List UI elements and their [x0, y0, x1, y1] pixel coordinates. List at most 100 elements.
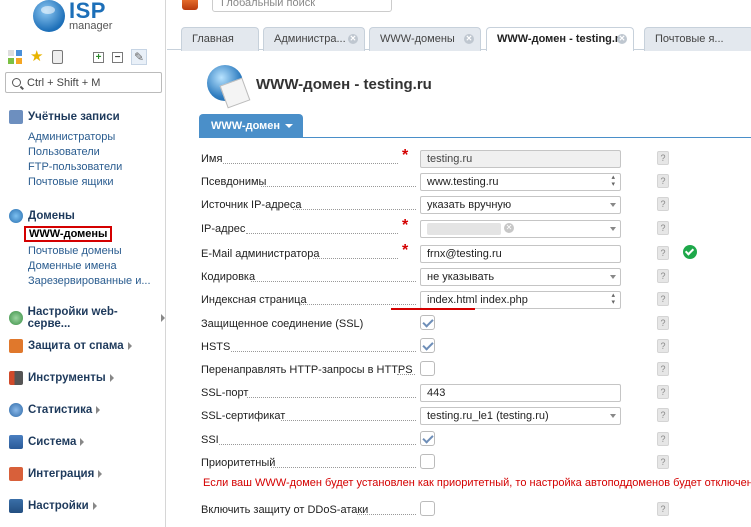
ispmanager-logo[interactable]: ISP manager [33, 0, 112, 38]
ssl-port-field[interactable]: 443 [420, 384, 621, 402]
form-row-ddos: Включить защиту от DDoS-атаки ? [201, 501, 721, 519]
chevron-right-icon [96, 406, 101, 414]
ip-source-select[interactable]: указать вручную [420, 196, 621, 214]
help-icon[interactable]: ? [657, 316, 669, 330]
nav-section-spam[interactable]: Защита от спама [9, 339, 132, 353]
tab-www-domains[interactable]: WWW-домены ✕ [369, 27, 481, 51]
form-row-ssi: SSI ? [201, 431, 721, 449]
help-icon[interactable]: ? [657, 197, 669, 211]
subtab-www-domain[interactable]: WWW-домен [199, 114, 303, 138]
search-icon [12, 78, 21, 87]
notification-icon[interactable] [182, 0, 198, 10]
https-redirect-checkbox[interactable] [420, 361, 435, 376]
sidebar-toolbar: ★ + − ✎ [8, 49, 147, 65]
ip-address-select[interactable]: ✕ [420, 220, 621, 238]
integration-icon [9, 467, 23, 481]
ddos-checkbox[interactable] [420, 501, 435, 516]
help-icon[interactable]: ? [657, 362, 669, 376]
tab-www-domain-testing[interactable]: WWW-домен - testing.ru ✕ [486, 27, 634, 51]
priority-checkbox[interactable] [420, 454, 435, 469]
required-marker: * [402, 217, 409, 234]
sidebar-item-mailboxes[interactable]: Почтовые ящики [28, 176, 114, 188]
chevron-right-icon [98, 470, 103, 478]
name-field[interactable]: testing.ru [420, 150, 621, 168]
tab-administrators[interactable]: Администра... ✕ [263, 27, 365, 51]
hsts-checkbox[interactable] [420, 338, 435, 353]
chevron-down-icon [285, 124, 294, 129]
settings-icon [9, 499, 23, 513]
dashboard-icon[interactable] [8, 50, 22, 64]
help-icon[interactable]: ? [657, 385, 669, 399]
pin-icon[interactable]: ✎ [131, 49, 147, 65]
spam-shield-icon [9, 339, 23, 353]
sidebar-item-reserved[interactable]: Зарезервированные и... [28, 275, 151, 287]
chevron-right-icon [127, 342, 132, 350]
help-icon[interactable]: ? [657, 408, 669, 422]
subtab-underline [199, 137, 751, 138]
close-tab-icon[interactable]: ✕ [348, 34, 358, 44]
form-row-ssl: Защищенное соединение (SSL) ? [201, 315, 721, 333]
help-icon[interactable]: ? [657, 339, 669, 353]
sidebar-search-input[interactable]: Ctrl + Shift + M [5, 72, 162, 93]
help-icon[interactable]: ? [657, 269, 669, 283]
favorites-star-icon[interactable]: ★ [30, 49, 44, 64]
aliases-field[interactable]: www.testing.ru [420, 173, 621, 191]
nav-section-system[interactable]: Система [9, 435, 85, 449]
encoding-select[interactable]: не указывать [420, 268, 621, 286]
form-row-index-page: Индексная страница index.html index.php … [201, 291, 721, 309]
priority-warning: Если ваш WWW-домен будет установлен как … [203, 477, 751, 489]
clipboard-icon[interactable] [52, 50, 63, 64]
system-icon [9, 435, 23, 449]
index-page-field[interactable]: index.html index.php [420, 291, 621, 309]
nav-section-tools[interactable]: Инструменты [9, 371, 114, 385]
form-row-ip-address: IP-адрес * ✕ ? [201, 217, 721, 238]
sidebar-item-domain-names[interactable]: Доменные имена [28, 260, 117, 272]
form-row-aliases: Псевдонимы www.testing.ru ? [201, 173, 721, 191]
admin-email-field[interactable]: frnx@testing.ru [420, 245, 621, 263]
help-icon[interactable]: ? [657, 292, 669, 306]
help-icon[interactable]: ? [657, 221, 669, 235]
tab-mailboxes[interactable]: Почтовые я... [644, 27, 751, 51]
ssl-checkbox[interactable] [420, 315, 435, 330]
form-row-https-redirect: Перенаправлять HTTP-запросы в HTTPS ? [201, 361, 721, 379]
chevron-right-icon [161, 314, 165, 322]
nav-section-accounts[interactable]: Учётные записи [9, 110, 120, 124]
ssi-checkbox[interactable] [420, 431, 435, 446]
logo-product: manager [69, 20, 113, 32]
tools-icon [9, 371, 23, 385]
sidebar-item-administrators[interactable]: Администраторы [28, 131, 115, 143]
sidebar-item-users[interactable]: Пользователи [28, 146, 100, 158]
form-row-name: Имя * testing.ru ? [201, 147, 721, 168]
close-tab-icon[interactable]: ✕ [464, 34, 474, 44]
sidebar-item-ftp-users[interactable]: FTP-пользователи [28, 161, 122, 173]
help-icon[interactable]: ? [657, 151, 669, 165]
tab-home[interactable]: Главная [181, 27, 259, 51]
remove-ip-icon[interactable]: ✕ [504, 223, 514, 233]
sidebar-item-www-domains[interactable]: WWW-домены [24, 226, 113, 242]
collapse-all-icon[interactable]: − [112, 51, 123, 63]
form-row-ip-source: Источник IP-адреса указать вручную ? [201, 196, 721, 214]
help-icon[interactable]: ? [657, 432, 669, 446]
nav-section-domains[interactable]: Домены [9, 209, 75, 223]
nav-section-integration[interactable]: Интеграция [9, 467, 103, 481]
nav-section-settings[interactable]: Настройки [9, 499, 97, 513]
global-search-input[interactable]: Глобальный поиск [212, 0, 392, 12]
nav-section-web-settings[interactable]: Настройки web-серве... [9, 306, 165, 330]
help-icon[interactable]: ? [657, 502, 669, 516]
main-content: WWW-домен - testing.ru WWW-домен Имя * t… [167, 51, 751, 527]
help-icon[interactable]: ? [657, 174, 669, 188]
close-tab-icon[interactable]: ✕ [617, 34, 627, 44]
form-row-admin-email: E-Mail администратора * frnx@testing.ru … [201, 242, 721, 263]
ssl-cert-select[interactable]: testing.ru_le1 (testing.ru) [420, 407, 621, 425]
required-marker: * [402, 242, 409, 259]
nav-section-stats[interactable]: Статистика [9, 403, 101, 417]
sidebar-item-mail-domains[interactable]: Почтовые домены [28, 245, 122, 257]
ip-chip: ✕ [427, 223, 514, 235]
form-row-ssl-cert: SSL-сертификат testing.ru_le1 (testing.r… [201, 407, 721, 425]
help-icon[interactable]: ? [657, 455, 669, 469]
expand-all-icon[interactable]: + [93, 51, 104, 63]
form-row-ssl-port: SSL-порт 443 ? [201, 384, 721, 402]
sidebar: ISP manager ★ + − ✎ Ctrl + Shift + M Учё… [0, 0, 166, 527]
tab-bar: Главная Администра... ✕ WWW-домены ✕ WWW… [167, 24, 751, 51]
help-icon[interactable]: ? [657, 246, 669, 260]
